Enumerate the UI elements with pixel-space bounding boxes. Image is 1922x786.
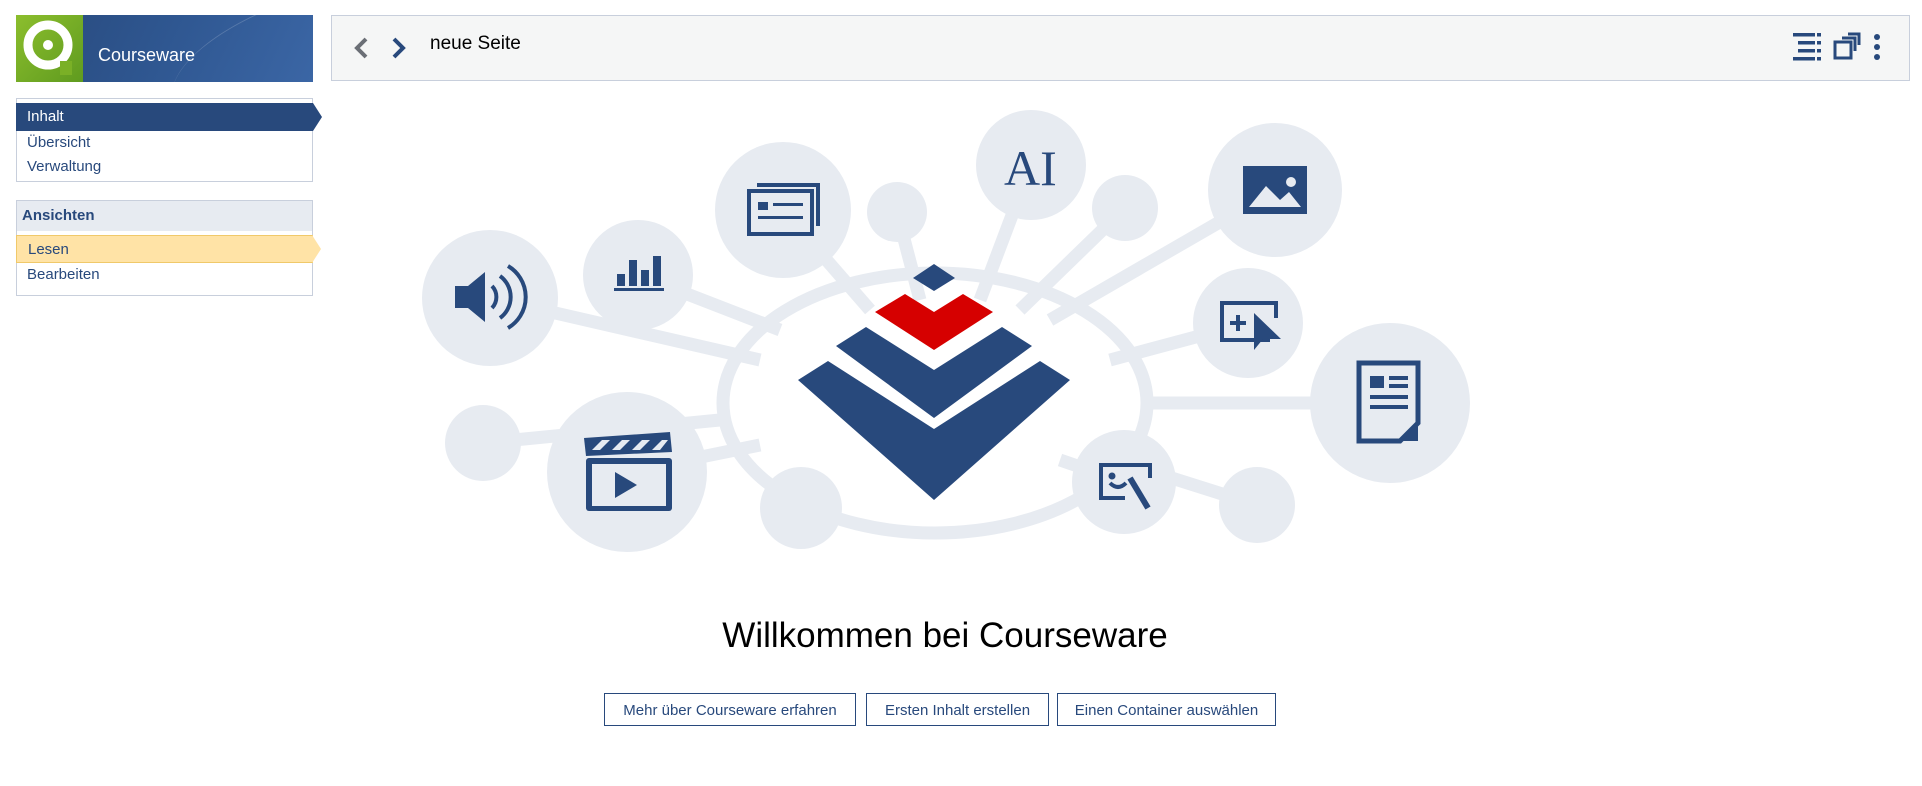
- small-bubble-3: [445, 405, 521, 481]
- text-icon: AI: [1004, 140, 1057, 196]
- video-clapper-icon: [584, 432, 672, 511]
- svg-text:AI: AI: [1004, 140, 1057, 196]
- learn-more-button[interactable]: Mehr über Courseware erfahren: [604, 693, 856, 726]
- small-bubble-4: [760, 467, 842, 549]
- gallery-bubble: [715, 142, 851, 278]
- small-bubble-1: [867, 182, 927, 242]
- chart-bubble: [583, 220, 693, 330]
- courseware-illustration: AI: [422, 110, 1470, 552]
- audio-bubble: [422, 230, 558, 366]
- small-bubble-5: [1219, 467, 1295, 543]
- interactive-bubble: [1193, 268, 1303, 378]
- select-container-button[interactable]: Einen Container auswählen: [1057, 693, 1276, 726]
- drawing-bubble: [1072, 430, 1176, 534]
- create-first-content-button[interactable]: Ersten Inhalt erstellen: [866, 693, 1049, 726]
- welcome-heading: Willkommen bei Courseware: [722, 616, 1168, 655]
- small-bubble-2: [1092, 175, 1158, 241]
- image-icon: [1243, 166, 1307, 214]
- document-bubble: [1310, 323, 1470, 483]
